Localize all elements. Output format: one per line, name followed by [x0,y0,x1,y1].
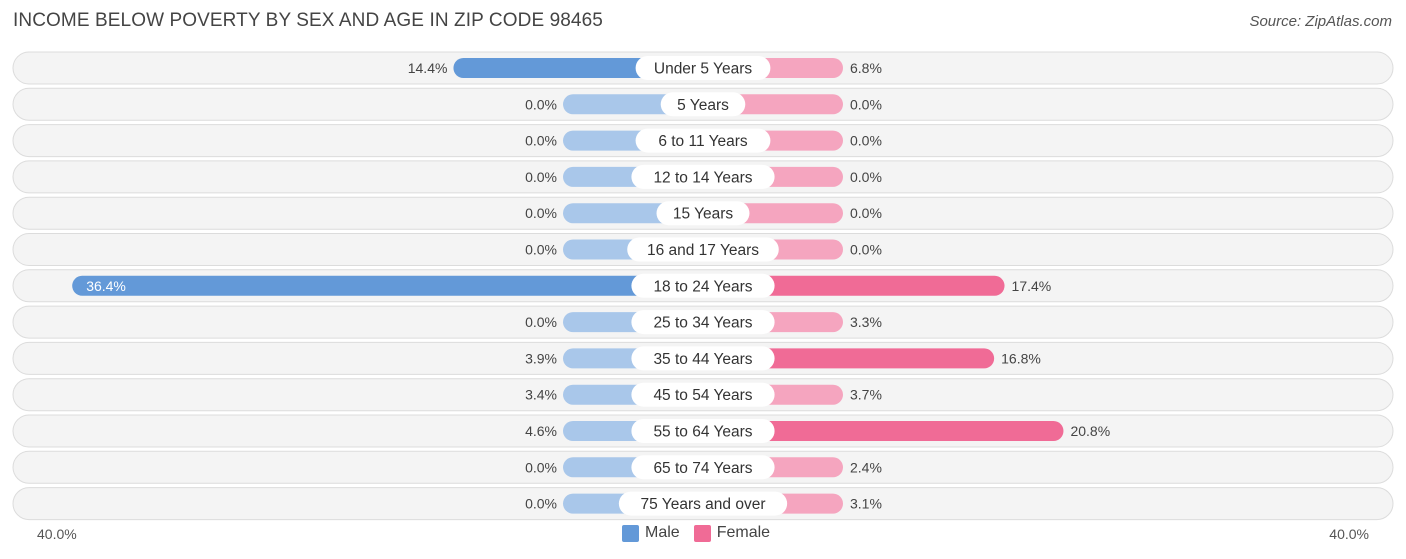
legend-item-female: Female [693,524,771,542]
category-label: 25 to 34 Years [653,315,752,332]
value-label-female: 0.0% [850,96,882,112]
category-label: 65 to 74 Years [653,460,752,477]
value-label-male: 0.0% [525,314,557,330]
value-label-female: 0.0% [850,169,882,185]
value-label-male: 14.4% [408,60,448,76]
category-label: 55 to 64 Years [653,424,752,441]
value-label-male: 3.9% [525,350,557,366]
value-label-female: 17.4% [1012,278,1052,294]
value-label-female: 3.1% [850,496,882,512]
value-label-male: 0.0% [525,169,557,185]
category-label: 75 Years and over [641,496,766,513]
category-label: 45 to 54 Years [653,387,752,404]
value-label-male: 4.6% [525,423,557,439]
axis-label-right: 40.0% [1329,526,1369,542]
value-label-male: 0.0% [525,96,557,112]
value-label-male: 0.0% [525,205,557,221]
legend-item-male: Male [622,524,680,542]
category-label: 15 Years [673,206,734,223]
category-label: Under 5 Years [654,61,752,78]
value-label-male: 36.4% [86,278,126,294]
value-label-female: 0.0% [850,242,882,258]
category-label: 12 to 14 Years [653,169,752,186]
category-label: 35 to 44 Years [653,351,752,368]
value-label-male: 3.4% [525,387,557,403]
value-label-female: 0.0% [850,205,882,221]
legend-swatch-male [622,524,639,542]
value-label-female: 6.8% [850,60,882,76]
value-label-male: 0.0% [525,459,557,475]
chart-plot: Under 5 Years 14.4% 6.8% 5 Years 0.0% 0.0% 6 t… [12,51,1394,521]
category-label: 5 Years [677,97,729,114]
value-label-male: 0.0% [525,133,557,149]
value-label-female: 3.7% [850,387,882,403]
axis-label-left: 40.0% [37,526,77,542]
value-label-female: 3.3% [850,314,882,330]
category-label: 6 to 11 Years [658,133,748,150]
value-label-female: 2.4% [850,459,882,475]
category-label: 16 and 17 Years [647,242,759,259]
bar-male [72,275,704,296]
value-label-male: 0.0% [525,242,557,258]
value-label-male: 0.0% [525,496,557,512]
value-label-female: 16.8% [1001,350,1041,366]
legend-label-female: Female [716,524,771,541]
category-label: 18 to 24 Years [653,278,752,295]
value-label-female: 0.0% [850,133,882,149]
value-label-female: 20.8% [1070,423,1110,439]
legend-label-male: Male [645,524,680,541]
legend: Male Female [622,524,778,542]
legend-swatch-female [693,524,711,542]
